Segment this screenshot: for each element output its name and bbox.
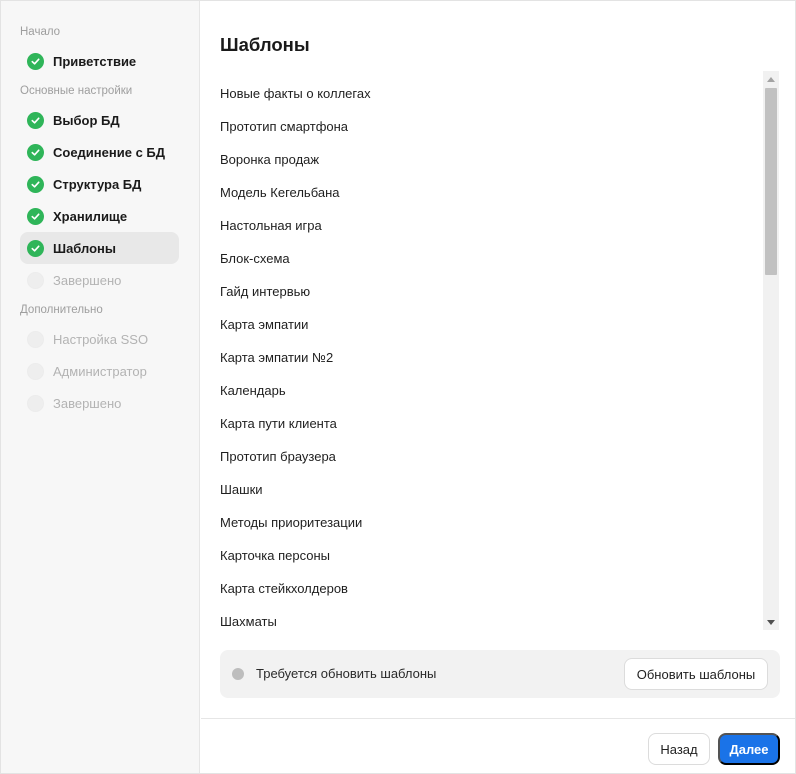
list-item: Настольная игра [220, 218, 322, 233]
templates-list: Новые факты о коллегах Прототип смартфон… [220, 77, 760, 631]
step-label: Администратор [53, 363, 147, 379]
check-circle-icon [27, 143, 44, 161]
empty-circle-icon [27, 362, 44, 380]
step-label: Шаблоны [53, 240, 116, 256]
list-item: Новые факты о коллегах [220, 86, 371, 101]
step-templates[interactable]: Шаблоны [20, 232, 179, 264]
update-notice: Требуется обновить шаблоны Обновить шабл… [220, 650, 780, 698]
scroll-down-arrow-icon[interactable] [763, 614, 779, 630]
page-title: Шаблоны [220, 34, 310, 55]
back-button[interactable]: Назад [648, 733, 710, 765]
scrollbar-thumb[interactable] [765, 88, 777, 275]
update-templates-button[interactable]: Обновить шаблоны [624, 658, 768, 690]
step-db-structure[interactable]: Структура БД [20, 168, 179, 200]
list-item: Прототип браузера [220, 449, 336, 464]
step-label: Хранилище [53, 208, 128, 224]
list-item: Прототип смартфона [220, 119, 349, 134]
list-scrollbar[interactable] [763, 71, 779, 630]
wizard-sidebar: Начало Приветствие Основные настройки Вы… [1, 1, 200, 773]
list-item: Календарь [220, 383, 286, 398]
step-label: Завершено [53, 272, 122, 288]
step-welcome[interactable]: Приветствие [20, 45, 179, 77]
step-sso: Настройка SSO [20, 323, 179, 355]
list-item: Методы приоритезации [220, 515, 363, 530]
list-item: Карта эмпатии №2 [220, 350, 334, 365]
footer-divider [201, 718, 795, 719]
step-admin: Администратор [20, 355, 179, 387]
list-item: Модель Кегельбана [220, 185, 340, 200]
step-db-connection[interactable]: Соединение с БД [20, 136, 179, 168]
empty-circle-icon [27, 271, 44, 289]
step-storage[interactable]: Хранилище [20, 200, 179, 232]
step-label: Приветствие [53, 53, 137, 69]
list-item: Блок-схема [220, 251, 290, 266]
step-label: Структура БД [53, 176, 142, 192]
check-circle-icon [27, 175, 44, 193]
sidebar-section-extra: Дополнительно [20, 304, 103, 316]
check-circle-icon [27, 207, 44, 225]
step-db-choice[interactable]: Выбор БД [20, 104, 179, 136]
check-circle-icon [27, 239, 44, 257]
step-label: Соединение с БД [53, 144, 166, 160]
list-item: Карта стейкхолдеров [220, 581, 348, 596]
step-label: Завершено [53, 395, 122, 411]
step-finished-extra: Завершено [20, 387, 179, 419]
scroll-up-arrow-icon[interactable] [763, 71, 779, 87]
check-circle-icon [27, 52, 44, 70]
sidebar-section-main: Основные настройки [20, 85, 133, 97]
check-circle-icon [27, 111, 44, 129]
empty-circle-icon [27, 394, 44, 412]
list-item: Карта эмпатии [220, 317, 309, 332]
step-label: Выбор БД [53, 112, 120, 128]
step-label: Настройка SSO [53, 331, 149, 347]
list-item: Карта пути клиента [220, 416, 337, 431]
notice-text: Требуется обновить шаблоны [256, 666, 437, 681]
next-button[interactable]: Далее [718, 733, 780, 765]
status-dot-icon [232, 668, 244, 680]
main-panel: Шаблоны Новые факты о коллегах Прототип … [201, 1, 795, 773]
setup-wizard-window: Начало Приветствие Основные настройки Вы… [0, 0, 796, 774]
list-item: Воронка продаж [220, 152, 320, 167]
templates-list-container: Новые факты о коллегах Прототип смартфон… [201, 71, 781, 631]
list-item: Гайд интервью [220, 284, 311, 299]
list-item: Карточка персоны [220, 548, 330, 563]
sidebar-section-start: Начало [20, 26, 61, 38]
empty-circle-icon [27, 330, 44, 348]
step-finished-main: Завершено [20, 264, 179, 296]
list-item: Шахматы [220, 614, 277, 629]
list-item: Шашки [220, 482, 263, 497]
